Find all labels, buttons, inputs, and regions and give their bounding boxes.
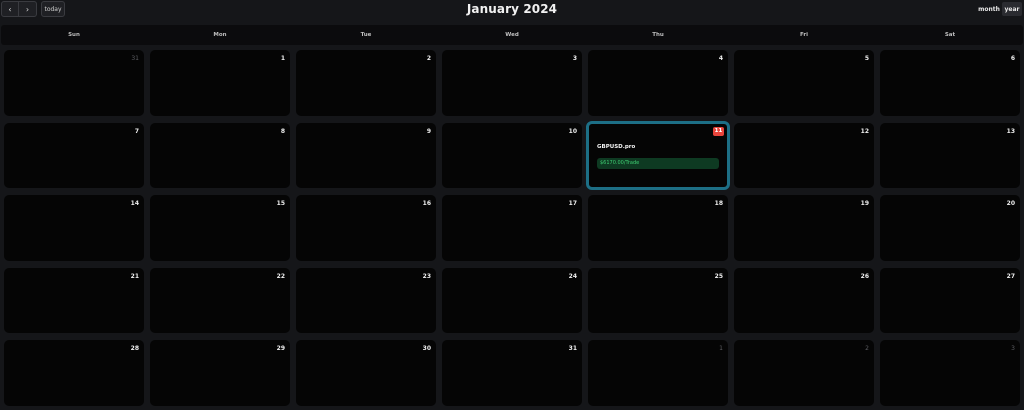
year-view-button[interactable]: year [1002, 2, 1022, 16]
day-number: 23 [422, 272, 431, 280]
day-number: 3 [1011, 345, 1015, 353]
day-cell[interactable]: 6 [880, 50, 1020, 116]
event-symbol: GBPUSD.pro [597, 143, 636, 150]
calendar-title: January 2024 [466, 2, 558, 16]
day-cell[interactable]: 1 [588, 340, 728, 406]
day-cell[interactable]: 10 [442, 122, 582, 189]
day-cell[interactable]: 27 [880, 267, 1020, 334]
day-cell[interactable]: 15 [150, 195, 290, 261]
calendar-toolbar: ‹ › today January 2024 month year [0, 0, 1024, 20]
day-cell[interactable]: 13 [880, 122, 1020, 189]
weekday-label: Sun [68, 32, 80, 38]
day-number: 19 [860, 200, 869, 208]
day-number: 1 [280, 55, 285, 62]
day-cell[interactable]: 17 [442, 195, 582, 261]
day-cell[interactable]: 9 [296, 122, 436, 189]
day-number: 21 [130, 272, 139, 280]
day-number: 31 [131, 55, 139, 62]
day-number: 18 [714, 200, 723, 208]
day-cell[interactable]: 18 [588, 195, 728, 261]
day-cell[interactable]: 29 [150, 340, 290, 406]
day-number: 6 [1010, 55, 1015, 62]
day-cell[interactable]: 23 [296, 267, 436, 334]
day-cell[interactable]: 2 [734, 340, 874, 406]
day-number: 12 [860, 127, 869, 135]
day-number: 4 [718, 55, 723, 62]
calendar-grid: 31 1 2 3 4 5 6 7 8 9 10 11 GBPUSD.pro $6170.00/Trade 1… [1, 47, 1023, 410]
day-cell[interactable]: 7 [4, 122, 144, 189]
weekday-label: Sat [944, 32, 956, 38]
day-number: 24 [568, 272, 577, 280]
day-cell[interactable]: 3 [442, 50, 582, 116]
day-number: 30 [422, 345, 431, 353]
day-number: 28 [130, 345, 139, 353]
day-cell[interactable]: 16 [296, 195, 436, 261]
day-number: 9 [426, 127, 431, 135]
day-cell-today[interactable]: 11 GBPUSD.pro $6170.00/Trade [586, 120, 730, 191]
day-number: 2 [865, 345, 869, 353]
day-cell[interactable]: 24 [442, 267, 582, 334]
weekday-label: Mon [213, 32, 227, 38]
day-number: 10 [568, 127, 577, 135]
day-number: 8 [280, 127, 285, 135]
day-cell[interactable]: 20 [880, 195, 1020, 261]
day-number: 16 [422, 200, 431, 208]
day-cell[interactable]: 8 [150, 122, 290, 189]
event-pnl-badge[interactable]: $6170.00/Trade [597, 157, 719, 169]
weekday-label: Wed [505, 32, 519, 38]
day-number: 13 [1006, 127, 1015, 135]
day-cell[interactable]: 30 [296, 340, 436, 406]
day-number: 27 [1006, 272, 1015, 280]
weekday-label: Thu [652, 32, 664, 38]
day-cell[interactable]: 3 [880, 340, 1020, 406]
day-cell[interactable]: 5 [734, 50, 874, 116]
day-cell[interactable]: 31 [442, 340, 582, 406]
day-number: 5 [864, 55, 869, 62]
day-cell[interactable]: 1 [150, 50, 290, 116]
day-number: 20 [1006, 200, 1015, 208]
day-number: 25 [714, 272, 723, 280]
day-number: 1 [719, 345, 723, 353]
day-number: 14 [130, 200, 139, 208]
day-number: 7 [134, 127, 139, 135]
weekday-header: Sun Mon Tue Wed Thu Fri Sat [1, 25, 1023, 45]
day-number: 26 [860, 272, 869, 280]
day-number: 17 [568, 200, 577, 208]
day-cell[interactable]: 21 [4, 267, 144, 334]
day-cell[interactable]: 2 [296, 50, 436, 116]
day-number: 2 [426, 55, 431, 62]
day-cell[interactable]: 14 [4, 195, 144, 261]
day-cell[interactable]: 31 [4, 50, 144, 116]
weekday-label: Fri [799, 32, 808, 38]
day-cell[interactable]: 12 [734, 122, 874, 189]
day-number: 3 [572, 55, 577, 62]
day-number: 15 [276, 200, 285, 208]
day-number: 29 [276, 345, 285, 353]
weekday-label: Tue [360, 32, 372, 38]
day-cell[interactable]: 26 [734, 267, 874, 334]
day-cell[interactable]: 22 [150, 267, 290, 334]
day-number: 31 [568, 345, 577, 353]
day-cell[interactable]: 19 [734, 195, 874, 261]
day-cell[interactable]: 28 [4, 340, 144, 406]
month-view-button[interactable]: month [977, 2, 1001, 16]
today-day-badge: 11 [713, 126, 724, 136]
day-number: 22 [276, 272, 285, 280]
day-cell[interactable]: 25 [588, 267, 728, 334]
day-cell[interactable]: 4 [588, 50, 728, 116]
